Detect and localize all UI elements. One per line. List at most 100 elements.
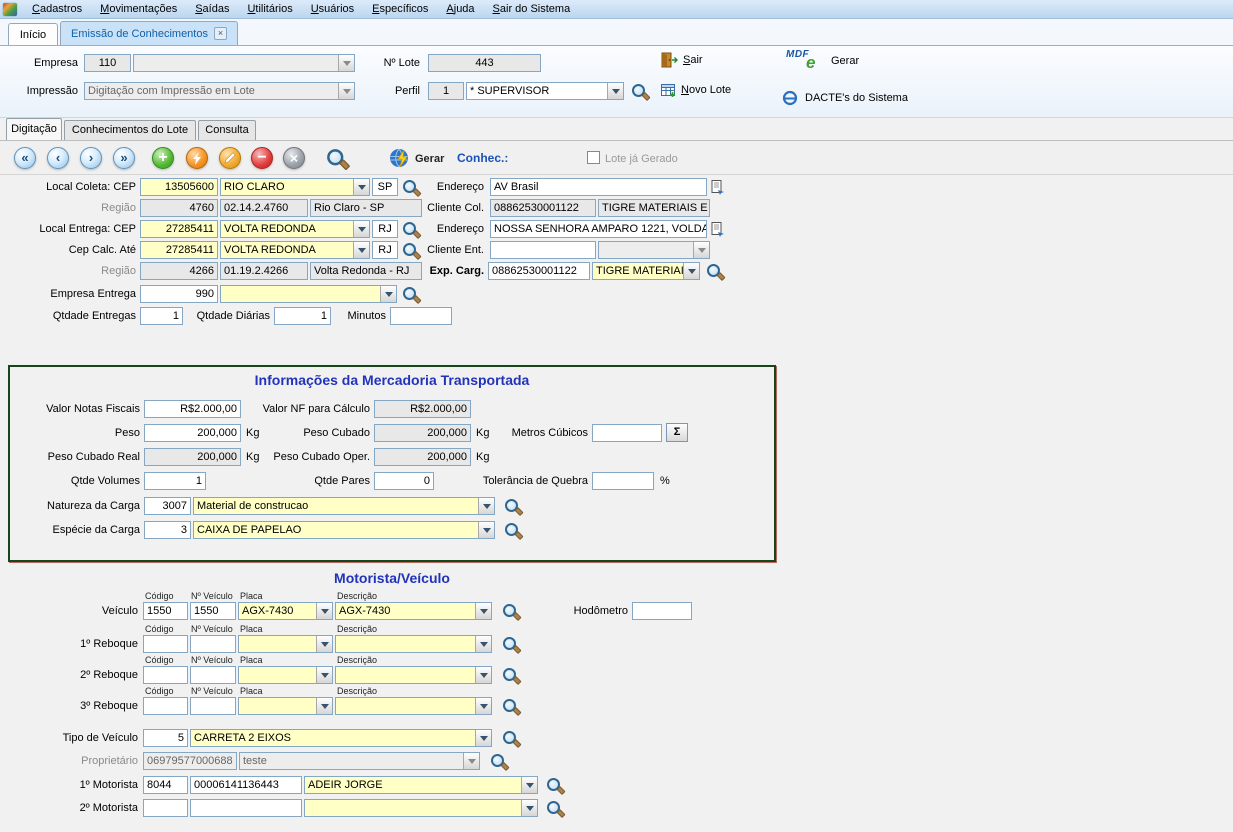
veiculo-placa-combo[interactable]: AGX-7430: [238, 602, 333, 620]
proprietario-search-icon[interactable]: [490, 753, 507, 770]
cep-calc-search-icon[interactable]: [402, 242, 419, 259]
empresa-entrega-codigo-field[interactable]: 990: [140, 285, 218, 303]
empresa-entrega-search-icon[interactable]: [402, 286, 419, 303]
especie-carga-combo[interactable]: CAIXA DE PAPELAO: [193, 521, 495, 539]
cliente-ent-field[interactable]: [490, 241, 596, 259]
chevron-down-icon[interactable]: [475, 667, 491, 683]
empresa-entrega-combo[interactable]: [220, 285, 397, 303]
tipo-veiculo-combo[interactable]: CARRETA 2 EIXOS: [190, 729, 492, 747]
reboque2-codigo-field[interactable]: [143, 666, 188, 684]
especie-carga-search-icon[interactable]: [504, 522, 521, 539]
metros-cubicos-field[interactable]: [592, 424, 662, 442]
subtab-digitacao[interactable]: Digitação: [6, 118, 62, 140]
motorista2-codigo-field[interactable]: [143, 799, 188, 817]
endereco-entrega-detail-icon[interactable]: [709, 220, 727, 238]
menu-usuarios[interactable]: Usuários: [302, 0, 363, 19]
qtde-volumes-field[interactable]: 1: [144, 472, 206, 490]
mdfe-gerar-button[interactable]: MDF e Gerar: [786, 48, 859, 74]
gerar-label[interactable]: Gerar: [415, 151, 457, 167]
endereco-entrega-field[interactable]: NOSSA SENHORA AMPARO 1221, VOLDAC: [490, 220, 707, 238]
sigma-sum-button[interactable]: Σ: [666, 423, 688, 442]
peso-field[interactable]: 200,000: [144, 424, 241, 442]
local-entrega-cidade-combo[interactable]: VOLTA REDONDA: [220, 220, 370, 238]
chevron-down-icon[interactable]: [478, 522, 494, 538]
nav-previous-icon[interactable]: ‹: [47, 147, 69, 169]
local-entrega-search-icon[interactable]: [402, 221, 419, 238]
menu-movimentacoes[interactable]: Movimentações: [91, 0, 186, 19]
exp-carg-search-icon[interactable]: [706, 263, 723, 280]
search-icon[interactable]: [326, 148, 347, 169]
nav-next-icon[interactable]: ›: [80, 147, 102, 169]
sair-button[interactable]: Sair: [656, 50, 707, 70]
reboque3-search-icon[interactable]: [502, 698, 519, 715]
chevron-down-icon[interactable]: [475, 698, 491, 714]
dacte-button[interactable]: DACTE's do Sistema: [782, 90, 908, 106]
local-coleta-uf-field[interactable]: SP: [372, 178, 398, 196]
reboque1-placa-combo[interactable]: [238, 635, 333, 653]
motorista1-nome-combo[interactable]: ADEIR JORGE: [304, 776, 538, 794]
close-icon[interactable]: ×: [214, 27, 227, 40]
menu-ajuda[interactable]: Ajuda: [437, 0, 483, 19]
motorista1-search-icon[interactable]: [546, 777, 563, 794]
motorista1-codigo-field[interactable]: 8044: [143, 776, 188, 794]
novo-lote-button[interactable]: Novo Lote: [656, 80, 735, 100]
minutos-field[interactable]: [390, 307, 452, 325]
tab-emissao-de-conhecimentos[interactable]: Emissão de Conhecimentos ×: [60, 21, 238, 45]
menu-saidas[interactable]: Saídas: [186, 0, 238, 19]
motorista2-nome-combo[interactable]: [304, 799, 538, 817]
remove-record-icon[interactable]: −: [251, 147, 273, 169]
subtab-consulta[interactable]: Consulta: [198, 120, 256, 140]
chevron-down-icon[interactable]: [521, 800, 537, 816]
chevron-down-icon[interactable]: [475, 730, 491, 746]
menu-utilitarios[interactable]: Utilitários: [238, 0, 301, 19]
exp-carg-nome-combo[interactable]: TIGRE MATERIAIS: [592, 262, 700, 280]
local-coleta-search-icon[interactable]: [402, 179, 419, 196]
reboque1-descricao-combo[interactable]: [335, 635, 492, 653]
reboque3-placa-combo[interactable]: [238, 697, 333, 715]
cep-calc-cidade-combo[interactable]: VOLTA REDONDA: [220, 241, 370, 259]
exp-carg-cnpj-field[interactable]: 08862530001122: [488, 262, 590, 280]
perfil-search-icon[interactable]: [631, 83, 648, 100]
chevron-down-icon[interactable]: [380, 286, 396, 302]
gerar-globe-icon[interactable]: [388, 146, 412, 173]
chevron-down-icon[interactable]: [316, 667, 332, 683]
nav-first-icon[interactable]: «: [14, 147, 36, 169]
lightning-post-icon[interactable]: [186, 147, 208, 169]
chevron-down-icon[interactable]: [521, 777, 537, 793]
tab-inicio[interactable]: Início: [8, 23, 58, 45]
qtdade-entregas-field[interactable]: 1: [140, 307, 183, 325]
add-record-icon[interactable]: +: [152, 147, 174, 169]
menu-cadastros[interactable]: Cadastros: [23, 0, 91, 19]
chevron-down-icon[interactable]: [478, 498, 494, 514]
lote-ja-gerado-checkbox[interactable]: [587, 151, 600, 164]
chevron-down-icon[interactable]: [353, 221, 369, 237]
motorista1-num-field[interactable]: 00006141136443: [190, 776, 302, 794]
chevron-down-icon[interactable]: [475, 603, 491, 619]
veiculo-codigo-field[interactable]: 1550: [143, 602, 188, 620]
menu-especificos[interactable]: Específicos: [363, 0, 437, 19]
local-coleta-cep-field[interactable]: 13505600: [140, 178, 218, 196]
chevron-down-icon[interactable]: [475, 636, 491, 652]
edit-pencil-icon[interactable]: [219, 147, 241, 169]
endereco-coleta-field[interactable]: AV Brasil: [490, 178, 707, 196]
local-entrega-uf-field[interactable]: RJ: [372, 220, 398, 238]
reboque2-search-icon[interactable]: [502, 667, 519, 684]
chevron-down-icon[interactable]: [316, 698, 332, 714]
valor-notas-field[interactable]: R$2.000,00: [144, 400, 241, 418]
reboque1-num-field[interactable]: [190, 635, 236, 653]
reboque1-search-icon[interactable]: [502, 636, 519, 653]
nav-last-icon[interactable]: »: [113, 147, 135, 169]
especie-carga-codigo-field[interactable]: 3: [144, 521, 191, 539]
tolerancia-quebra-field[interactable]: [592, 472, 654, 490]
chevron-down-icon[interactable]: [316, 603, 332, 619]
chevron-down-icon[interactable]: [353, 242, 369, 258]
natureza-carga-combo[interactable]: Material de construcao: [193, 497, 495, 515]
motorista2-search-icon[interactable]: [546, 800, 563, 817]
reboque2-placa-combo[interactable]: [238, 666, 333, 684]
cep-calc-uf-field[interactable]: RJ: [372, 241, 398, 259]
chevron-down-icon[interactable]: [607, 83, 623, 99]
reboque2-num-field[interactable]: [190, 666, 236, 684]
perfil-combo[interactable]: * SUPERVISOR: [466, 82, 624, 100]
reboque2-descricao-combo[interactable]: [335, 666, 492, 684]
natureza-carga-search-icon[interactable]: [504, 498, 521, 515]
